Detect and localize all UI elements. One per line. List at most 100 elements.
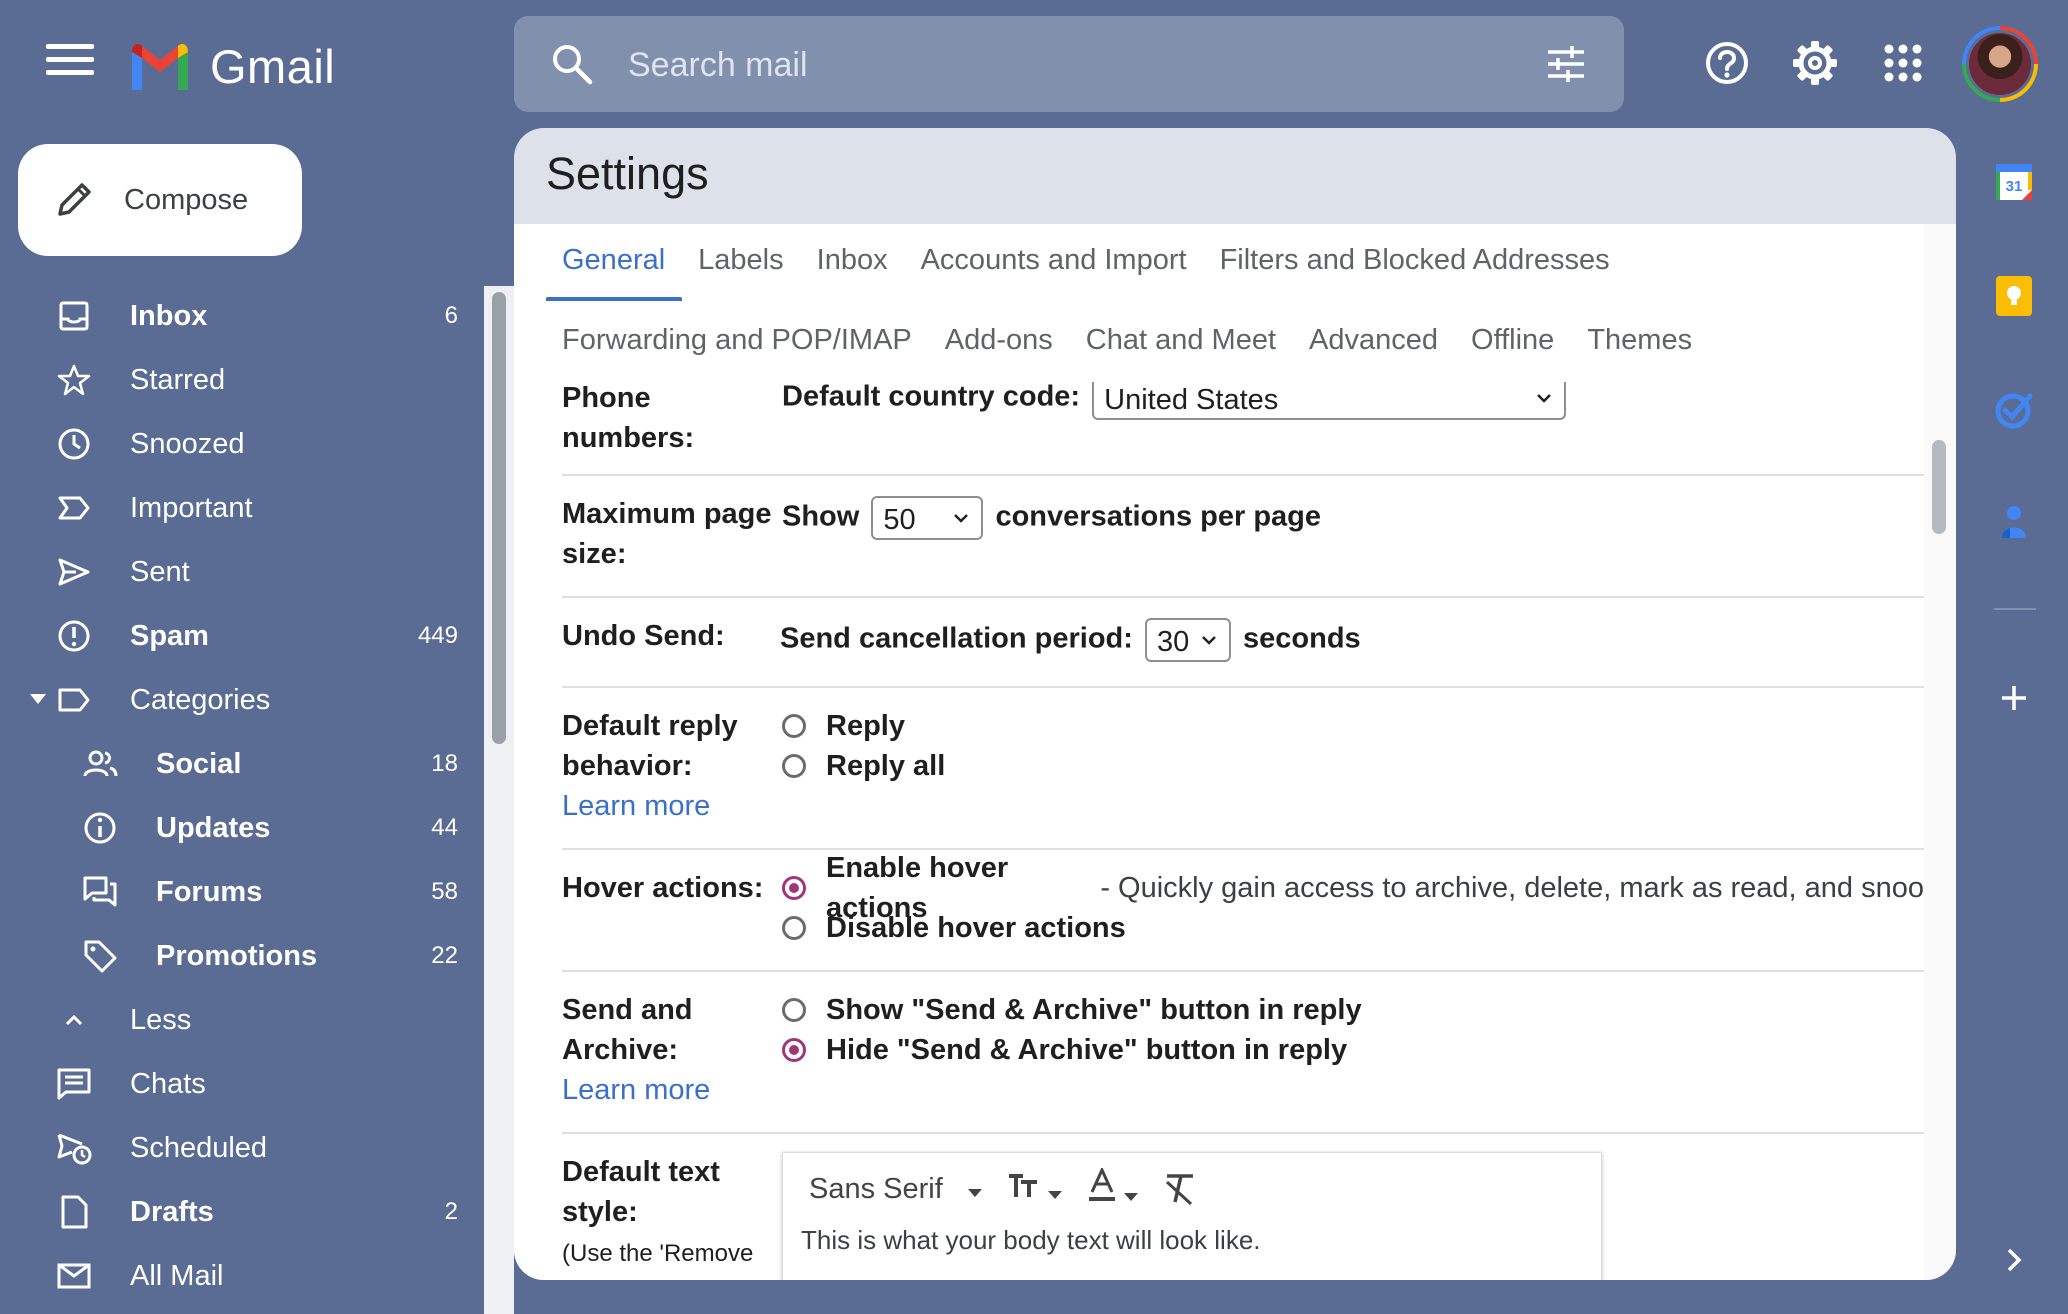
hide-send-archive-option[interactable]: Hide "Send & Archive" button in reply xyxy=(782,1030,1362,1070)
nav-item-forums[interactable]: Forums 58 xyxy=(0,860,484,924)
tab-general[interactable]: General xyxy=(562,244,665,277)
nav-item-important[interactable]: Important xyxy=(0,476,484,540)
search-bar[interactable] xyxy=(514,16,1624,112)
account-avatar[interactable] xyxy=(1962,26,2038,102)
setting-label-text: Send and Archive: xyxy=(562,994,693,1066)
learn-more-link[interactable]: Learn more xyxy=(562,1074,710,1106)
info-icon xyxy=(84,812,116,844)
compose-button[interactable]: Compose xyxy=(18,144,302,256)
keep-app[interactable] xyxy=(1992,274,2036,318)
font-family-value: Sans Serif xyxy=(809,1172,943,1205)
page-size-select[interactable]: 50 xyxy=(871,496,984,540)
scrollbar-thumb[interactable] xyxy=(492,292,506,744)
text-style-editor: Sans Serif This is what your body text w… xyxy=(782,1152,1602,1280)
setting-label: Maximum page size: xyxy=(562,498,772,570)
nav-item-all-mail[interactable]: All Mail xyxy=(0,1244,484,1308)
nav-item-starred[interactable]: Starred xyxy=(0,348,484,412)
search-input[interactable] xyxy=(626,36,1490,94)
radio-button[interactable] xyxy=(782,998,806,1022)
reply-all-option[interactable]: Reply all xyxy=(782,746,945,786)
radio-button-selected[interactable] xyxy=(782,876,806,900)
setting-label-text: Default reply behavior: xyxy=(562,710,738,782)
tasks-app[interactable] xyxy=(1992,388,2036,432)
nav-label: Drafts xyxy=(130,1195,214,1228)
setting-label: Undo Send: xyxy=(562,620,725,652)
contacts-app[interactable] xyxy=(1992,500,2036,544)
show-label: Show xyxy=(782,500,860,533)
nav-item-sent[interactable]: Sent xyxy=(0,540,484,604)
tab-forwarding[interactable]: Forwarding and POP/IMAP xyxy=(562,324,912,357)
setting-label: Default text style: (Use the 'Remove xyxy=(562,1152,772,1274)
tab-accounts-import[interactable]: Accounts and Import xyxy=(921,244,1187,277)
apps-grid-icon[interactable] xyxy=(1884,44,1922,82)
people-icon xyxy=(83,750,118,777)
gmail-logo[interactable]: Gmail xyxy=(128,36,335,96)
radio-button[interactable] xyxy=(782,754,806,778)
tab-offline[interactable]: Offline xyxy=(1471,324,1554,357)
scrollbar-thumb[interactable] xyxy=(1932,440,1946,534)
chat-icon xyxy=(57,1068,91,1100)
chevron-down-icon xyxy=(1537,394,1552,403)
help-icon[interactable] xyxy=(1704,40,1750,86)
show-send-archive-option[interactable]: Show "Send & Archive" button in reply xyxy=(782,990,1362,1030)
radio-button[interactable] xyxy=(782,916,806,940)
tab-addons[interactable]: Add-ons xyxy=(945,324,1053,357)
tab-themes[interactable]: Themes xyxy=(1587,324,1692,357)
country-code-select[interactable]: United States xyxy=(1092,382,1567,420)
reply-option[interactable]: Reply xyxy=(782,706,945,746)
search-icon[interactable] xyxy=(550,42,594,86)
enable-hover-option[interactable]: Enable hover actions - Quickly gain acce… xyxy=(782,852,1924,924)
setting-undo-send: Undo Send: Send cancellation period: 30 … xyxy=(562,596,1924,688)
learn-more-link[interactable]: Learn more xyxy=(562,790,710,822)
nav-item-social[interactable]: Social 18 xyxy=(0,732,484,796)
keep-icon xyxy=(1996,276,2032,316)
sidebar-scrollbar[interactable] xyxy=(484,286,514,1314)
nav-count: 18 xyxy=(431,750,458,777)
main-menu-button[interactable] xyxy=(46,44,94,84)
get-addons-button[interactable] xyxy=(1992,676,2036,720)
calendar-app[interactable]: 31 xyxy=(1992,160,2036,204)
draft-file-icon xyxy=(61,1195,88,1229)
spam-icon xyxy=(58,620,90,652)
search-options-icon[interactable] xyxy=(1546,44,1586,84)
setting-label: Hover actions: xyxy=(562,872,764,904)
remove-formatting-icon[interactable] xyxy=(1163,1172,1199,1206)
font-size-button[interactable] xyxy=(1007,1170,1063,1208)
radio-button-selected[interactable] xyxy=(782,1038,806,1062)
option-label: Reply xyxy=(826,710,905,742)
nav-item-promotions[interactable]: Promotions 22 xyxy=(0,924,484,988)
tab-advanced[interactable]: Advanced xyxy=(1309,324,1438,357)
nav-item-scheduled[interactable]: Scheduled xyxy=(0,1116,484,1180)
nav-item-less[interactable]: Less xyxy=(0,988,484,1052)
setting-hover-actions: Hover actions: Enable hover actions - Qu… xyxy=(562,848,1924,972)
tab-chat-meet[interactable]: Chat and Meet xyxy=(1086,324,1276,357)
menu-icon xyxy=(46,44,94,49)
forum-icon xyxy=(83,876,117,907)
nav-count: 2 xyxy=(444,1198,458,1225)
tab-inbox[interactable]: Inbox xyxy=(817,244,888,277)
nav-item-inbox[interactable]: Inbox 6 xyxy=(0,284,484,348)
nav-item-chats[interactable]: Chats xyxy=(0,1052,484,1116)
disable-hover-option[interactable]: Disable hover actions xyxy=(782,908,1924,948)
radio-button[interactable] xyxy=(782,714,806,738)
setting-max-page-size: Maximum page size: Show 50 conversations… xyxy=(562,474,1924,598)
nav-item-snoozed[interactable]: Snoozed xyxy=(0,412,484,476)
nav-item-spam[interactable]: Spam 449 xyxy=(0,604,484,668)
nav-item-drafts[interactable]: Drafts 2 xyxy=(0,1180,484,1244)
nav-item-categories[interactable]: Categories xyxy=(0,668,484,732)
settings-scrollbar[interactable] xyxy=(1924,224,1956,1280)
expand-caret-icon[interactable] xyxy=(30,694,46,704)
setting-default-reply: Default reply behavior: Learn more Reply… xyxy=(562,686,1924,850)
nav-item-updates[interactable]: Updates 44 xyxy=(0,796,484,860)
gear-icon[interactable] xyxy=(1792,40,1838,86)
option-label: Reply all xyxy=(826,750,946,782)
show-side-panel-button[interactable] xyxy=(1992,1238,2036,1282)
caret-down-icon xyxy=(1123,1193,1138,1201)
font-family-dropdown[interactable]: Sans Serif xyxy=(809,1173,983,1206)
select-value: United States xyxy=(1104,384,1279,416)
tab-labels[interactable]: Labels xyxy=(698,244,783,277)
caret-down-icon xyxy=(1047,1191,1062,1199)
tab-filters[interactable]: Filters and Blocked Addresses xyxy=(1220,244,1610,277)
undo-period-select[interactable]: 30 xyxy=(1144,618,1231,662)
text-color-button[interactable] xyxy=(1087,1166,1139,1210)
